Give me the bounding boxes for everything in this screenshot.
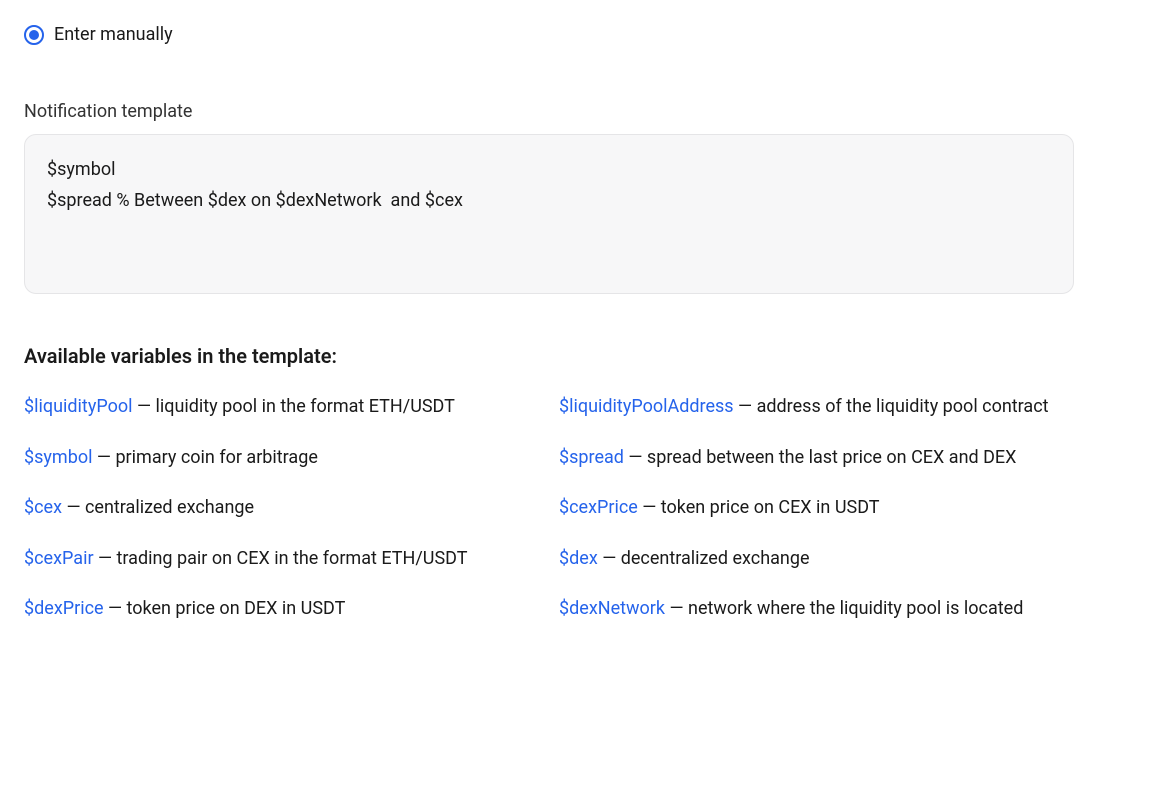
variable-desc: — network where the liquidity pool is lo… [665,598,1023,619]
variable-dex: $dex — decentralized exchange [559,544,1084,575]
variables-grid: $liquidityPool — liquidity pool in the f… [24,392,1084,625]
variables-heading: Available variables in the template: [24,344,1084,368]
variable-dex-network: $dexNetwork — network where the liquidit… [559,594,1084,625]
variable-liquidity-pool-address: $liquidityPoolAddress — address of the l… [559,392,1084,423]
variable-desc: — token price on CEX in USDT [638,497,880,518]
variable-desc: — decentralized exchange [598,548,810,569]
radio-label: Enter manually [54,24,173,45]
variable-token[interactable]: $spread [559,447,624,468]
variable-token[interactable]: $dex [559,548,598,569]
radio-selected-icon[interactable] [24,25,44,45]
radio-option-enter-manually[interactable]: Enter manually [24,24,1136,45]
variable-token[interactable]: $cex [24,497,62,518]
variable-desc: — address of the liquidity pool contract [734,396,1049,417]
variable-spread: $spread — spread between the last price … [559,443,1084,474]
variable-liquidity-pool: $liquidityPool — liquidity pool in the f… [24,392,549,423]
variable-token[interactable]: $liquidityPoolAddress [559,396,734,417]
variable-desc: — spread between the last price on CEX a… [624,447,1017,468]
radio-dot [29,30,39,40]
variable-token[interactable]: $liquidityPool [24,396,132,417]
variable-token[interactable]: $symbol [24,447,92,468]
variable-desc: — token price on DEX in USDT [104,598,346,619]
variable-desc: — primary coin for arbitrage [92,447,317,468]
variable-symbol: $symbol — primary coin for arbitrage [24,443,549,474]
variable-cex-pair: $cexPair — trading pair on CEX in the fo… [24,544,549,575]
template-field-label: Notification template [24,101,1136,122]
variable-desc: — trading pair on CEX in the format ETH/… [94,548,468,569]
variable-dex-price: $dexPrice — token price on DEX in USDT [24,594,549,625]
variable-token[interactable]: $dexPrice [24,598,104,619]
variable-desc: — centralized exchange [62,497,254,518]
notification-template-input[interactable] [24,134,1074,294]
variable-token[interactable]: $dexNetwork [559,598,665,619]
variable-cex: $cex — centralized exchange [24,493,549,524]
variable-token[interactable]: $cexPrice [559,497,638,518]
variables-section: Available variables in the template: $li… [24,344,1084,625]
variable-cex-price: $cexPrice — token price on CEX in USDT [559,493,1084,524]
variable-desc: — liquidity pool in the format ETH/USDT [132,396,454,417]
variable-token[interactable]: $cexPair [24,548,94,569]
